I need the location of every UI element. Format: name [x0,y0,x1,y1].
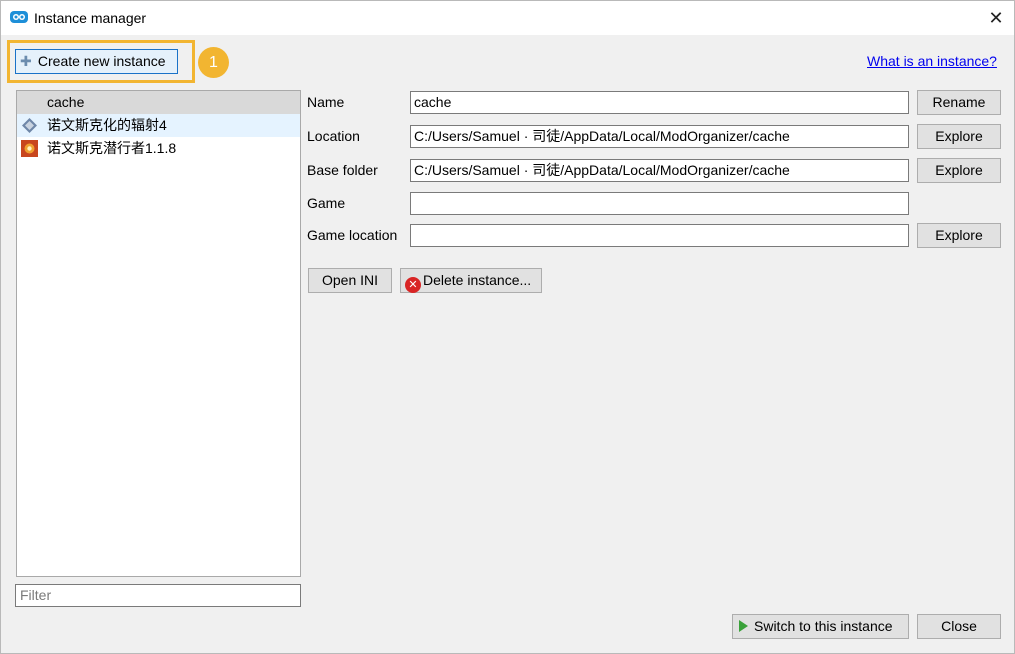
base-folder-field[interactable]: C:/Users/Samuel · 司徒/AppData/Local/ModOr… [410,159,909,182]
name-field[interactable]: cache [410,91,909,114]
switch-instance-button[interactable]: Switch to this instance [732,614,909,639]
explore-game-location-button[interactable]: Explore [917,223,1001,248]
open-ini-button[interactable]: Open INI [308,268,392,293]
list-item-label: 诺文斯克化的辐射4 [47,117,167,133]
list-item-stalker[interactable]: 诺文斯克潜行者1.1.8 [17,137,300,160]
list-item-label: 诺文斯克潜行者1.1.8 [47,140,177,156]
title-bar: Instance manager ✕ [1,1,1014,35]
mod-organizer-app-icon [10,11,28,23]
arrow-right-icon [739,620,748,632]
filter-input[interactable]: Filter [15,584,301,607]
rename-button[interactable]: Rename [917,90,1001,115]
fallout4-icon [22,118,37,133]
list-item-cache[interactable]: cache [17,91,300,114]
explore-location-button[interactable]: Explore [917,124,1001,149]
instance-list[interactable]: cache 诺文斯克化的辐射4 诺文斯克潜行者1.1.8 [16,90,301,577]
list-item-fallout4[interactable]: 诺文斯克化的辐射4 [17,114,300,137]
what-is-instance-link[interactable]: What is an instance? [867,53,997,69]
list-item-label: cache [47,94,85,110]
stalker-icon [21,140,38,157]
close-button[interactable]: Close [917,614,1001,639]
switch-instance-label: Switch to this instance [754,618,893,634]
step-badge: 1 [198,47,229,78]
base-folder-label: Base folder [307,162,378,178]
game-location-field[interactable] [410,224,909,247]
game-location-label: Game location [307,227,398,243]
game-label: Game [307,195,346,211]
name-label: Name [307,94,345,110]
window-close-icon[interactable]: ✕ [979,3,1013,33]
location-label: Location [307,128,360,144]
create-new-instance-button[interactable]: ✚ Create new instance [15,49,178,74]
instance-manager-window: Instance manager ✕ ✚ Create new instance… [0,0,1015,654]
plus-icon: ✚ [20,53,32,69]
window-title: Instance manager [34,10,147,26]
explore-base-folder-button[interactable]: Explore [917,158,1001,183]
create-new-instance-label: Create new instance [37,53,166,69]
delete-instance-button[interactable]: ✕ Delete instance... [400,268,542,293]
delete-icon: ✕ [405,277,421,293]
game-field[interactable] [410,192,909,215]
delete-instance-label: Delete instance... [423,272,532,288]
location-field[interactable]: C:/Users/Samuel · 司徒/AppData/Local/ModOr… [410,125,909,148]
